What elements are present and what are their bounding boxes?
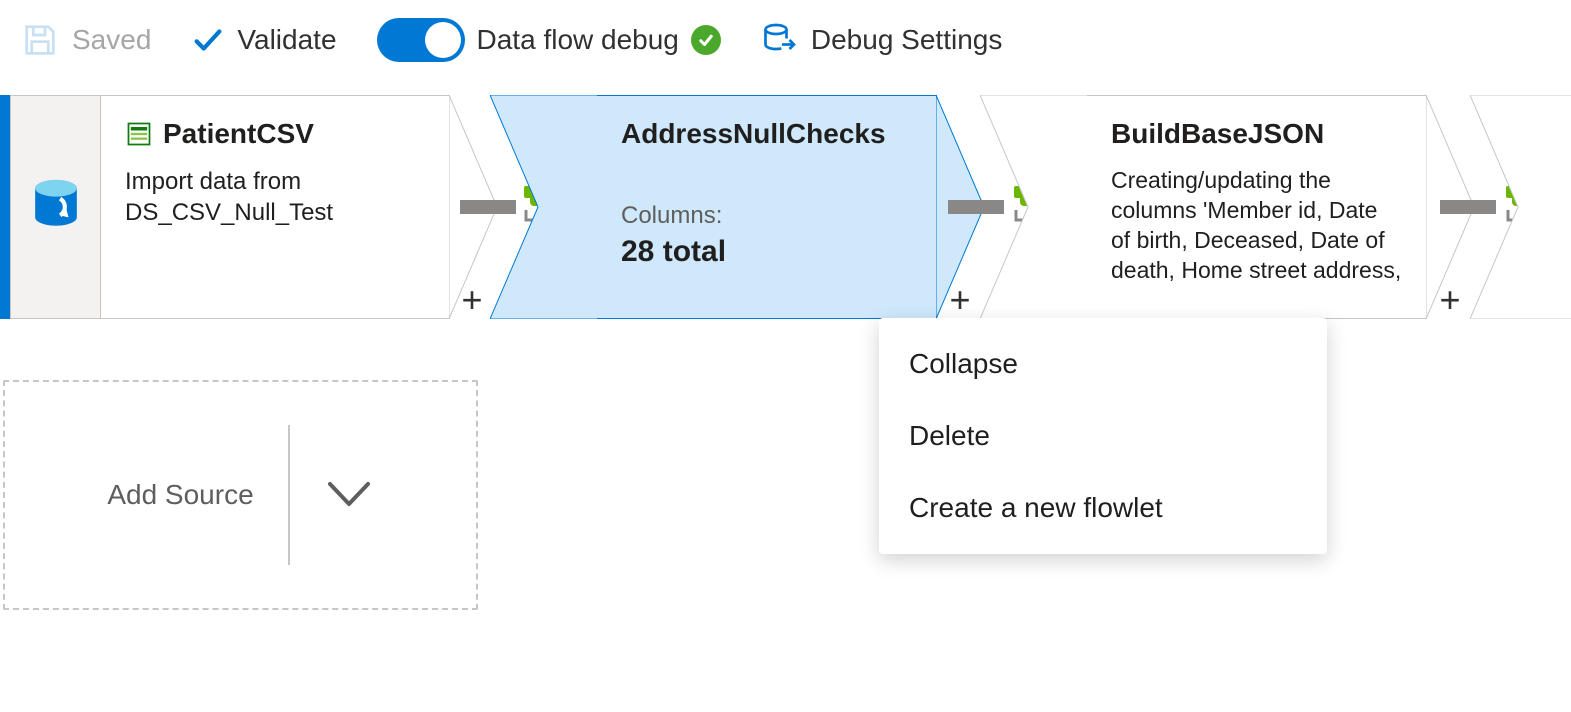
validate-button[interactable]: Validate (191, 23, 336, 57)
node-buildbasejson[interactable]: BuildBaseJSON Creating/updating the colu… (1087, 95, 1427, 319)
add-step-button[interactable]: + (452, 280, 492, 320)
debug-toggle[interactable] (377, 18, 465, 62)
divider (288, 425, 290, 565)
menu-create-flowlet[interactable]: Create a new flowlet (879, 472, 1327, 544)
node-chevron-in (490, 95, 600, 319)
context-menu: Collapse Delete Create a new flowlet (879, 318, 1327, 554)
node-title-text: AddressNullChecks (621, 118, 886, 150)
debug-settings-button[interactable]: Debug Settings (761, 22, 1002, 58)
node-addressnullchecks[interactable]: AddressNullChecks Columns: 28 total (597, 95, 937, 319)
menu-delete[interactable]: Delete (879, 400, 1327, 472)
node-description: Creating/updating the columns 'Member id… (1111, 166, 1402, 286)
debug-label: Data flow debug (477, 24, 679, 56)
debug-toggle-group: Data flow debug (377, 18, 721, 62)
validate-label: Validate (237, 24, 336, 56)
source-tab[interactable] (10, 95, 100, 319)
status-ok-icon (691, 25, 721, 55)
save-icon (20, 20, 60, 60)
add-source-button[interactable]: Add Source (3, 380, 478, 610)
saved-label: Saved (72, 24, 151, 56)
add-step-button[interactable]: + (940, 280, 980, 320)
node-description: Import data from DS_CSV_Null_Test (125, 166, 425, 228)
columns-total: 28 total (621, 235, 912, 269)
check-icon (191, 23, 225, 57)
toolbar: Saved Validate Data flow debug Debug Set… (0, 0, 1571, 80)
node-patientcsv[interactable]: PatientCSV Import data from DS_CSV_Null_… (100, 95, 450, 319)
dataflow-canvas[interactable]: PatientCSV Import data from DS_CSV_Null_… (0, 80, 1571, 712)
saved-status: Saved (20, 20, 151, 60)
debug-settings-label: Debug Settings (811, 24, 1002, 56)
node-title-text: BuildBaseJSON (1111, 118, 1324, 150)
add-source-label: Add Source (107, 479, 253, 511)
add-step-button[interactable]: + (1430, 280, 1470, 320)
node-chevron-in (980, 95, 1090, 319)
menu-collapse[interactable]: Collapse (879, 328, 1327, 400)
node-chevron-in (1470, 95, 1571, 319)
selection-strip (0, 95, 10, 319)
columns-label: Columns: (621, 200, 912, 231)
datasource-icon (31, 177, 81, 237)
chevron-down-icon[interactable] (324, 478, 374, 512)
node-title-text: PatientCSV (163, 118, 314, 150)
csv-file-icon (125, 120, 153, 148)
database-arrow-icon (761, 22, 797, 58)
